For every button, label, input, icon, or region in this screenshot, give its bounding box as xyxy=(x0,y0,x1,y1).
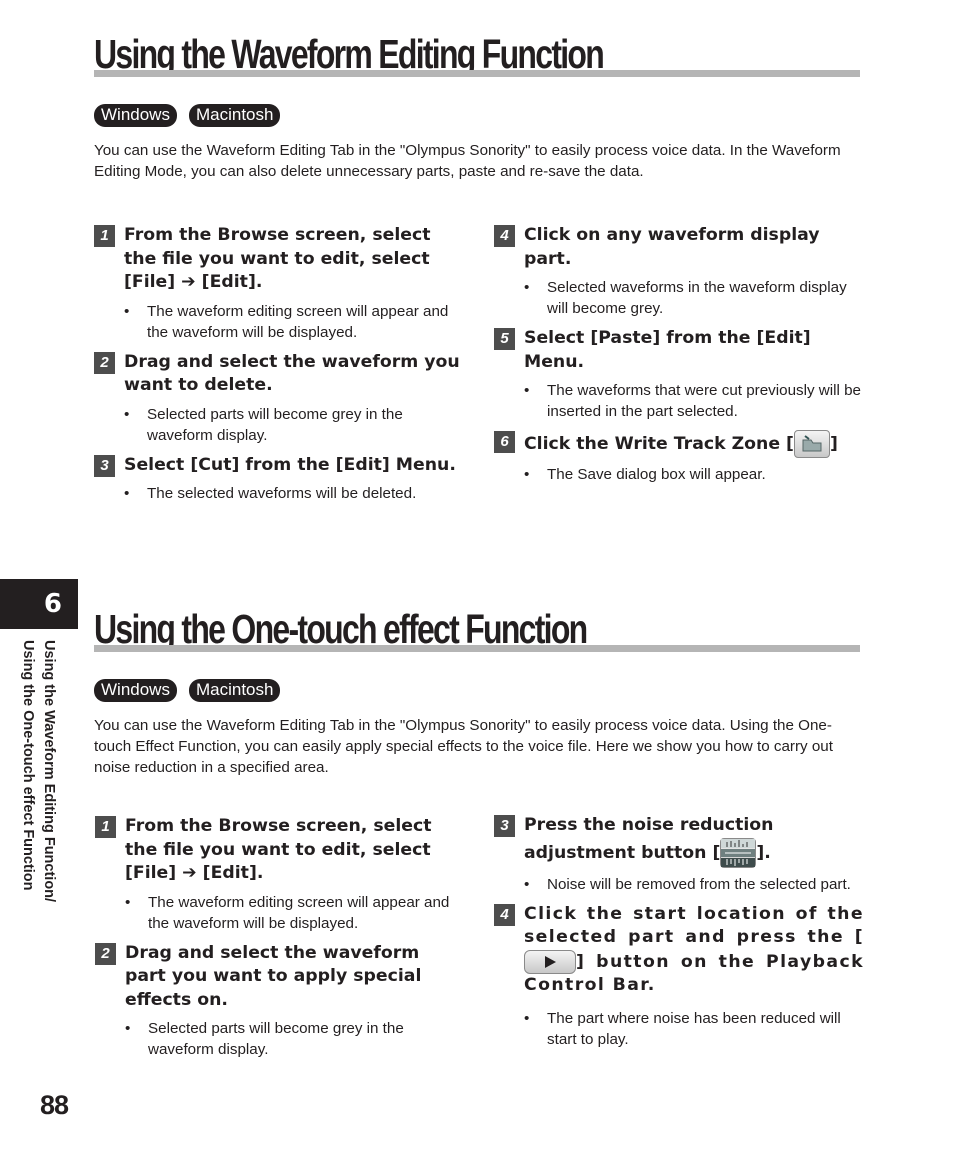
bullet-icon: • xyxy=(124,302,130,320)
step-number: 1 xyxy=(95,816,116,838)
step-text: From the Browse screen, select the file … xyxy=(125,816,432,883)
step-number: 1 xyxy=(94,225,115,247)
step-number: 3 xyxy=(494,815,515,837)
chapter-tab: 6 xyxy=(0,579,78,629)
step-number: 4 xyxy=(494,225,515,247)
bullet-icon: • xyxy=(125,1020,131,1037)
steps-column-right: 3 Press the noise reduction adjustment b… xyxy=(494,814,864,1058)
step-note: Selected parts will become grey in the w… xyxy=(148,1020,404,1058)
step-note: Selected waveforms in the waveform displ… xyxy=(547,279,847,317)
step-number: 2 xyxy=(94,351,115,374)
step-note: Selected parts will become grey in the w… xyxy=(147,405,403,444)
step: 3 Press the noise reduction adjustment b… xyxy=(494,814,864,895)
step: 3 Select [Cut] from the [Edit] Menu. • The… xyxy=(94,454,464,505)
side-label: Using the Waveform Editing Function/ Usi… xyxy=(8,640,68,940)
intro-text: You can use the Waveform Editing Tab in … xyxy=(94,142,841,180)
step-note: The Save dialog box will appear. xyxy=(547,466,766,483)
side-label-line2: Using the One-touch effect Function xyxy=(20,640,36,891)
title-rule xyxy=(94,645,860,652)
write-track-zone-icon xyxy=(793,430,830,458)
title-rule xyxy=(94,70,860,77)
step-text: Drag and select the waveform part you wa… xyxy=(125,942,422,1010)
badge-windows: Windows xyxy=(94,679,177,702)
bullet-icon: • xyxy=(524,1009,530,1027)
step-text: From the Browse screen, select the file … xyxy=(124,225,431,292)
step-text-part: ]. xyxy=(756,842,771,863)
step-number: 3 xyxy=(94,454,115,477)
step-text-part: ] xyxy=(829,434,838,454)
bullet-icon: • xyxy=(524,279,530,296)
step: 2 Drag and select the waveform you want t… xyxy=(94,351,464,446)
step-text: Drag and select the waveform you want to… xyxy=(124,351,460,396)
side-label-line1: Using the Waveform Editing Function/ xyxy=(41,640,57,903)
noise-reduction-icon xyxy=(720,837,757,868)
bullet-icon: • xyxy=(125,893,131,911)
step-text: Click the Write Track Zone [] xyxy=(524,430,838,458)
step-note: The waveform editing screen will appear … xyxy=(147,302,449,341)
step-note: The waveforms that were cut previously w… xyxy=(547,382,861,420)
step-text: Click on any waveform display part. xyxy=(524,225,820,269)
step-text: Press the noise reduction adjustment but… xyxy=(524,814,864,868)
section-title-waveform-editing: Using the Waveform Editing Function xyxy=(94,31,605,77)
badge-windows: Windows xyxy=(94,104,177,127)
play-icon xyxy=(524,949,576,974)
step: 4 Click the start location of the select… xyxy=(494,903,864,1050)
step: 1 From the Browse screen, select the file… xyxy=(94,224,464,343)
step-note: The part where noise has been reduced wi… xyxy=(547,1009,841,1048)
step: 6 Click the Write Track Zone [] • The Sav… xyxy=(494,430,864,485)
badge-macintosh: Macintosh xyxy=(188,679,281,702)
step-text: Select [Cut] from the [Edit] Menu. xyxy=(124,454,456,475)
step-note: Noise will be removed from the selected … xyxy=(547,875,851,893)
step: 5 Select [Paste] from the [Edit] Menu. • T… xyxy=(494,327,864,422)
step-number: 6 xyxy=(494,431,515,453)
page-number: 88 xyxy=(40,1090,69,1120)
section-title-one-touch-effect: Using the One-touch effect Function xyxy=(94,606,588,652)
steps-column-left: 1 From the Browse screen, select the file… xyxy=(94,224,464,512)
step-text: Click the start location of the selected… xyxy=(524,903,864,998)
step-number: 5 xyxy=(494,328,515,350)
os-badges: Windows Macintosh xyxy=(94,679,281,702)
steps-column-right: 4 Click on any waveform display part. • Se… xyxy=(494,224,864,493)
steps-column-left: 1 From the Browse screen, select the file… xyxy=(95,815,465,1068)
step-number: 2 xyxy=(95,942,116,965)
os-badges: Windows Macintosh xyxy=(94,104,281,127)
step-note: The waveform editing screen will appear … xyxy=(148,893,450,932)
step: 4 Click on any waveform display part. • Se… xyxy=(494,224,864,319)
step: 1 From the Browse screen, select the file… xyxy=(95,815,465,934)
bullet-icon: • xyxy=(524,875,530,893)
bullet-icon: • xyxy=(524,382,530,399)
step-text: Select [Paste] from the [Edit] Menu. xyxy=(524,328,811,372)
intro-text: You can use the Waveform Editing Tab in … xyxy=(94,717,833,776)
bullet-icon: • xyxy=(524,466,530,483)
bullet-icon: • xyxy=(124,405,130,423)
step-text-part: Click the Write Track Zone [ xyxy=(524,434,794,454)
badge-macintosh: Macintosh xyxy=(188,104,281,127)
step-number: 4 xyxy=(494,903,515,926)
step: 2 Drag and select the waveform part you w… xyxy=(95,942,465,1061)
bullet-icon: • xyxy=(124,485,130,502)
step-text-part: Click the start location of the selected… xyxy=(524,903,864,948)
step-note: The selected waveforms will be deleted. xyxy=(147,485,417,502)
